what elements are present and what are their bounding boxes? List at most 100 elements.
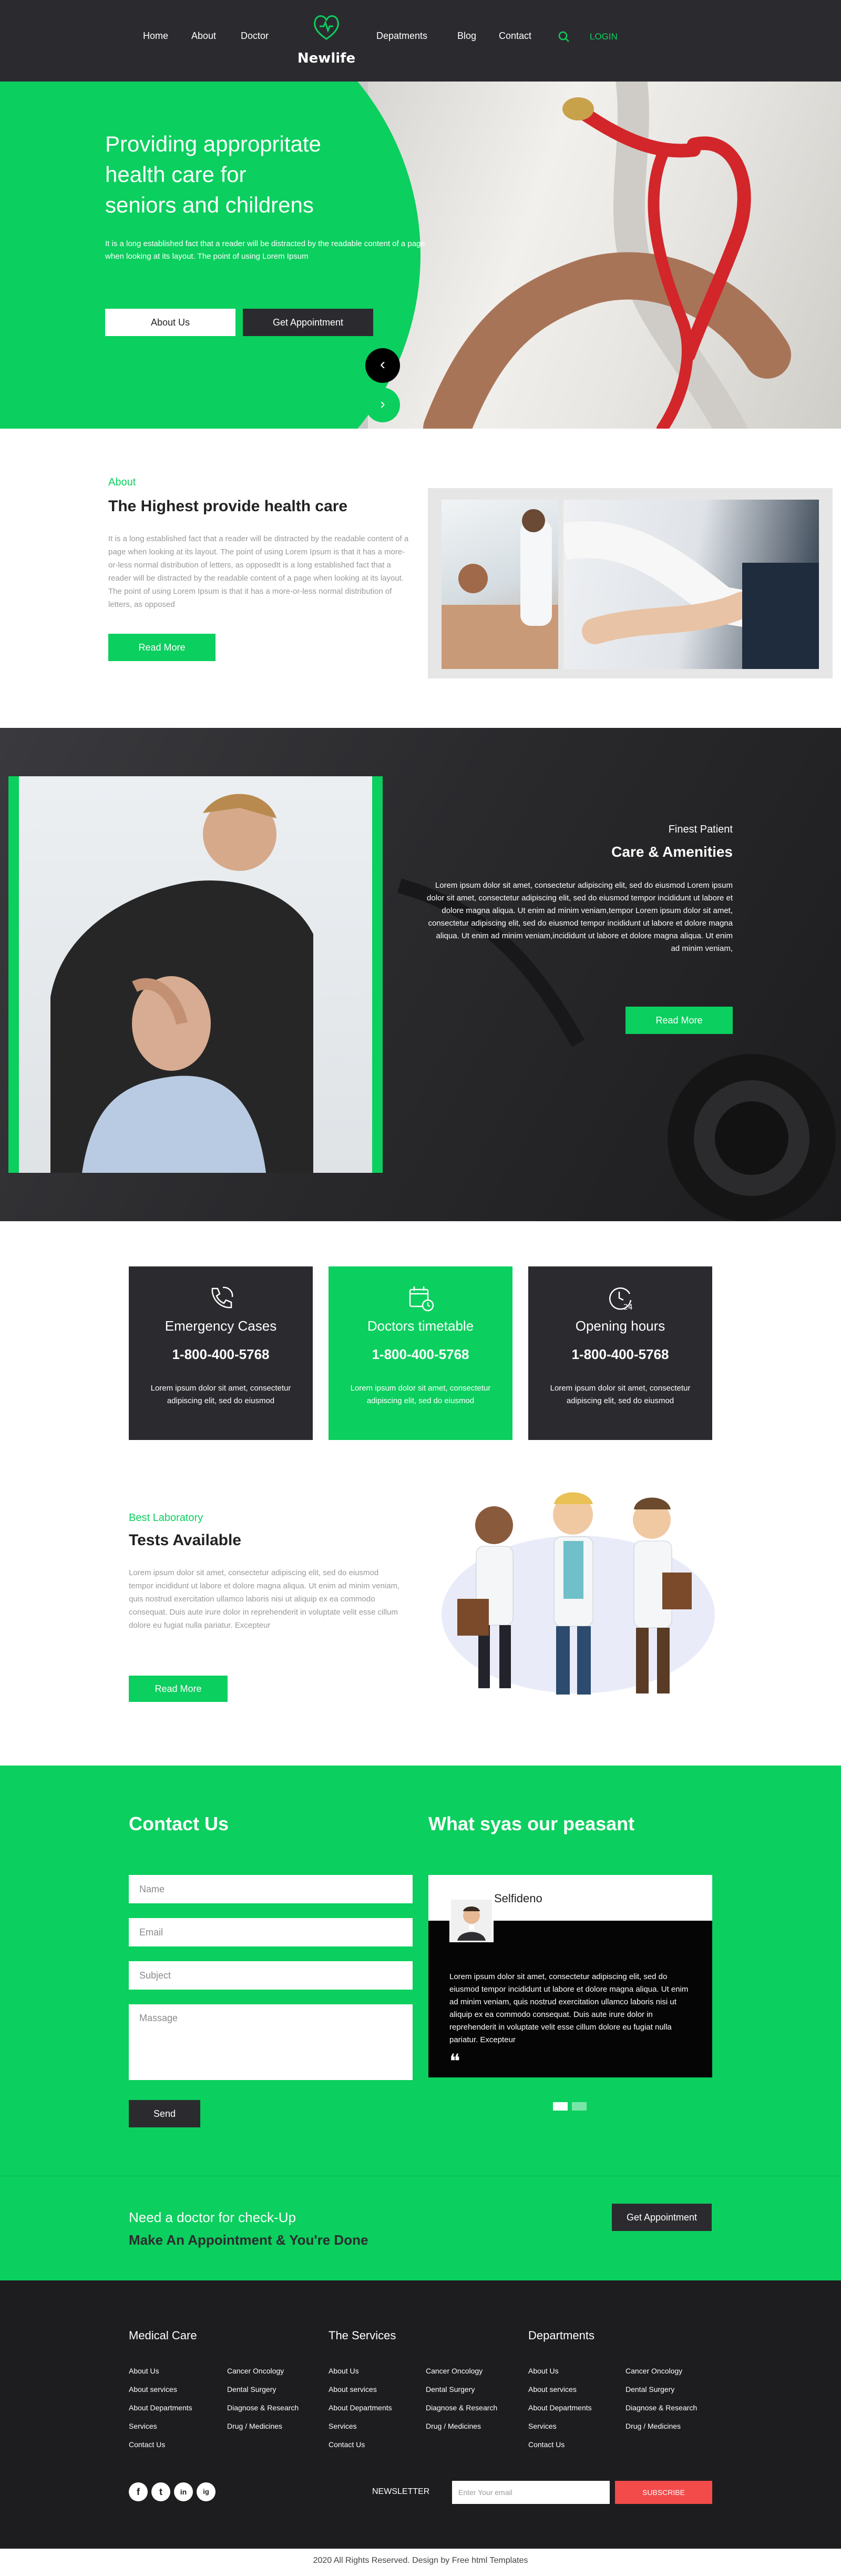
instagram-icon[interactable]: ig [197, 2482, 216, 2501]
testimonial-name: Selfideno [494, 1892, 542, 1905]
amenities-section: Finest Patient Care & Amenities Lorem ip… [0, 728, 841, 1221]
amenities-text: Lorem ipsum dolor sit amet, consectetur … [427, 881, 733, 953]
testimonial-title: What syas our peasant [428, 1813, 635, 1834]
search-icon[interactable] [558, 31, 570, 43]
about-title: The Highest provide health care [108, 498, 348, 515]
footer-link[interactable]: About Us [329, 2367, 359, 2375]
footer-link[interactable]: Dental Surgery [426, 2385, 475, 2394]
appointment-line-2: Make An Appointment & You're Done [129, 2232, 368, 2248]
about-image-frame [428, 488, 833, 678]
footer-link[interactable]: Cancer Oncology [227, 2367, 284, 2375]
footer-link[interactable]: Contact Us [129, 2440, 165, 2449]
chiropractor-photo [19, 776, 372, 1173]
footer-link[interactable]: About Departments [528, 2403, 592, 2412]
nav-doctor[interactable]: Doctor [241, 31, 269, 42]
logo-text: Newlife [297, 50, 356, 66]
hero-title-line: seniors and childrens [105, 192, 314, 217]
footer-link[interactable]: Dental Surgery [227, 2385, 276, 2394]
card-title: Emergency Cases [165, 1318, 277, 1334]
injection-photo [560, 500, 822, 669]
send-button[interactable]: Send [129, 2100, 200, 2127]
lab-read-more-button[interactable]: Read More [129, 1676, 228, 1702]
contact-section: Contact Us Name Email Subject Massage Se… [0, 1766, 841, 2176]
carousel-prev-button[interactable]: ‹ [365, 348, 400, 383]
nav-departments[interactable]: Depatments [376, 31, 427, 42]
footer-col-departments: Departments [528, 2329, 594, 2342]
testimonial-avatar [449, 1898, 494, 1942]
footer-link[interactable]: Diagnose & Research [227, 2403, 299, 2412]
subscribe-button[interactable]: SUBSCRIBE [615, 2481, 712, 2504]
message-field[interactable]: Massage [129, 2004, 413, 2080]
subject-field[interactable]: Subject [129, 1961, 413, 1990]
footer-link[interactable]: Cancer Oncology [625, 2367, 682, 2375]
contact-title: Contact Us [129, 1813, 229, 1834]
testimonial-text: Lorem ipsum dolor sit amet, consectetur … [449, 1972, 689, 2044]
doctor-patient-photo [442, 500, 558, 669]
logo-icon [310, 11, 343, 43]
strip-appointment-button[interactable]: Get Appointment [612, 2204, 712, 2231]
calendar-icon [405, 1282, 436, 1314]
linkedin-icon[interactable]: in [174, 2482, 193, 2501]
clock-24-icon: 24 [604, 1282, 636, 1314]
login-link[interactable]: LOGIN [590, 32, 618, 42]
footer-link[interactable]: Drug / Medicines [625, 2422, 681, 2430]
card-description: Lorem ipsum dolor sit amet, consectetur … [350, 1384, 491, 1405]
footer-col-services: The Services [329, 2329, 396, 2342]
footer-link[interactable]: Diagnose & Research [625, 2403, 697, 2412]
hero-title-line: health care for [105, 162, 247, 187]
footer-link[interactable]: Contact Us [329, 2440, 365, 2449]
card-phone: 1-800-400-5768 [172, 1346, 270, 1362]
footer-link[interactable]: Diagnose & Research [426, 2403, 497, 2412]
footer-link[interactable]: About services [329, 2385, 377, 2394]
footer-col-medical: Medical Care [129, 2329, 197, 2342]
amenities-read-more-button[interactable]: Read More [625, 1007, 733, 1034]
footer-link[interactable]: About Us [528, 2367, 559, 2375]
about-us-button[interactable]: About Us [105, 309, 235, 336]
logo-badge[interactable] [287, 0, 366, 92]
nav-home[interactable]: Home [143, 31, 168, 42]
name-field[interactable]: Name [129, 1875, 413, 1903]
footer-link[interactable]: Drug / Medicines [426, 2422, 481, 2430]
twitter-icon[interactable]: t [151, 2482, 170, 2501]
appointment-strip: Need a doctor for check-Up Make An Appoi… [0, 2176, 841, 2281]
opening-hours-card: 24 Opening hours 1-800-400-5768 Lorem ip… [528, 1266, 712, 1440]
footer-link[interactable]: Services [528, 2422, 557, 2430]
lab-text: Lorem ipsum dolor sit amet, consectetur … [129, 1568, 400, 1630]
newsletter-label: NEWSLETTER [372, 2487, 430, 2496]
footer-link[interactable]: About Departments [129, 2403, 192, 2412]
hero-title: Providing appropritate health care for s… [105, 129, 399, 220]
lab-tag: Best Laboratory [129, 1512, 203, 1524]
carousel-dot-active[interactable] [553, 2102, 568, 2111]
footer-link[interactable]: About Us [129, 2367, 159, 2375]
footer-link[interactable]: About Departments [329, 2403, 392, 2412]
footer-link[interactable]: About services [528, 2385, 577, 2394]
email-field[interactable]: Email [129, 1918, 413, 1946]
footer-link[interactable]: Drug / Medicines [227, 2422, 282, 2430]
footer-link[interactable]: Contact Us [528, 2440, 565, 2449]
copyright-text: 2020 All Rights Reserved. Design by Free… [313, 2556, 528, 2565]
timetable-card: Doctors timetable 1-800-400-5768 Lorem i… [329, 1266, 512, 1440]
get-appointment-button[interactable]: Get Appointment [243, 309, 373, 336]
carousel-next-button[interactable]: › [365, 388, 400, 422]
svg-text:24: 24 [623, 1303, 633, 1312]
footer-link[interactable]: Dental Surgery [625, 2385, 674, 2394]
about-tag: About [108, 476, 136, 488]
footer-link[interactable]: Services [329, 2422, 357, 2430]
hero-description: It is a long established fact that a rea… [105, 239, 425, 261]
quote-icon: ❝ [449, 2051, 460, 2073]
footer-link[interactable]: Cancer Oncology [426, 2367, 483, 2375]
lab-title: Tests Available [129, 1532, 241, 1549]
footer-link[interactable]: Services [129, 2422, 157, 2430]
nav-about[interactable]: About [191, 31, 216, 42]
nav-blog[interactable]: Blog [457, 31, 476, 42]
card-title: Opening hours [575, 1318, 665, 1334]
about-read-more-button[interactable]: Read More [108, 634, 216, 661]
nav-contact[interactable]: Contact [499, 31, 531, 42]
appointment-line-1: Need a doctor for check-Up [129, 2209, 296, 2225]
carousel-dot[interactable] [572, 2102, 587, 2111]
facebook-icon[interactable]: f [129, 2482, 148, 2501]
newsletter-email-input[interactable]: Enter Your email [452, 2481, 610, 2504]
amenities-tag: Finest Patient [668, 824, 733, 835]
card-phone: 1-800-400-5768 [571, 1346, 669, 1362]
footer-link[interactable]: About services [129, 2385, 177, 2394]
